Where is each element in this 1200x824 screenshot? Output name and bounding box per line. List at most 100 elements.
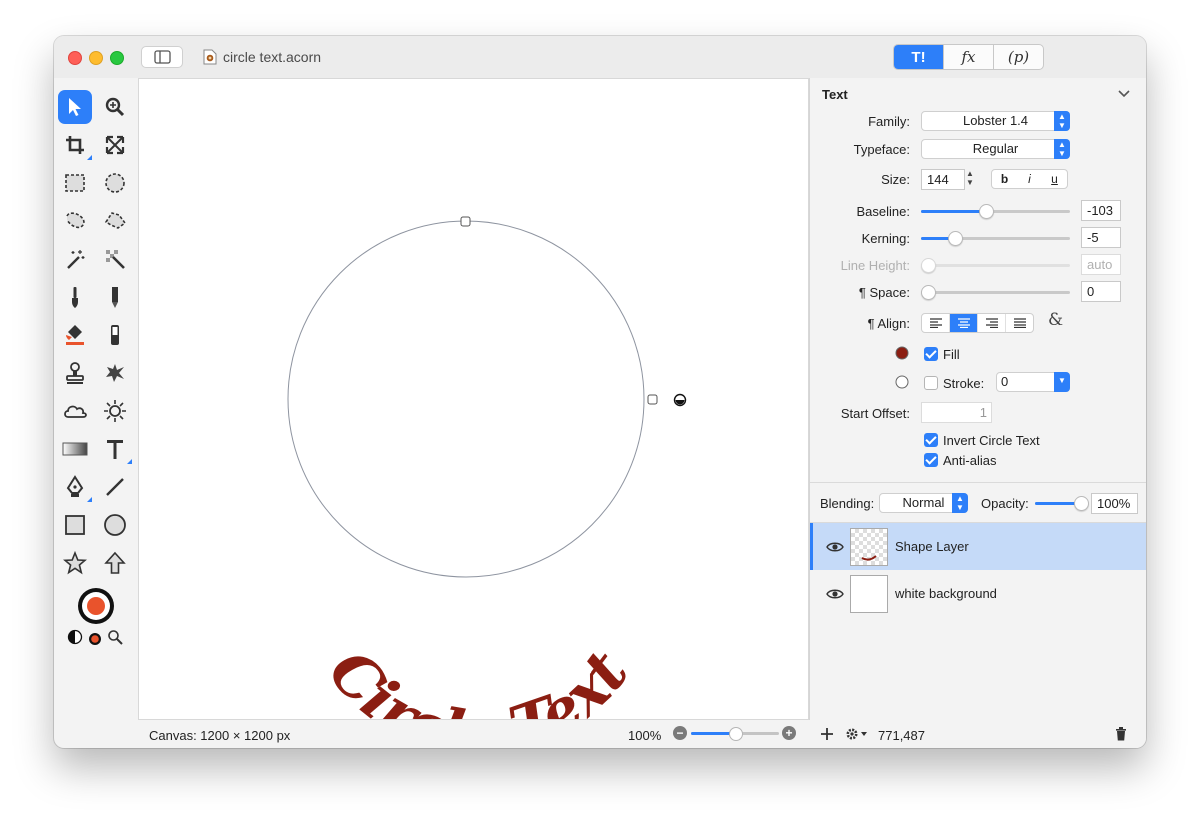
eye-icon[interactable] [826, 588, 844, 600]
swap-colors-icon[interactable] [67, 629, 83, 645]
layer-row-white-background[interactable]: white background [810, 570, 1146, 617]
magic-wand-icon [67, 250, 85, 269]
zoom-window-button[interactable] [110, 51, 124, 65]
minimize-window-button[interactable] [89, 51, 103, 65]
gradient-tool[interactable] [58, 432, 92, 466]
circle-text[interactable]: Circle Text [314, 637, 642, 719]
opacity-field[interactable]: 100% [1091, 493, 1138, 514]
cloud-icon [64, 405, 87, 418]
opacity-slider-knob[interactable] [1074, 496, 1089, 511]
paragraph-space-slider-knob[interactable] [921, 285, 936, 300]
start-offset-field[interactable]: 1 [921, 402, 992, 423]
pen-tool[interactable] [58, 470, 92, 504]
italic-button[interactable]: i [1017, 170, 1042, 188]
chevron-down-icon[interactable] [1118, 89, 1130, 99]
align-center-button[interactable] [950, 314, 978, 332]
layer-thumbnail [850, 528, 888, 566]
line-height-slider-knob [921, 258, 936, 273]
fill-checkbox[interactable] [924, 347, 938, 361]
align-right-button[interactable] [978, 314, 1006, 332]
add-layer-icon[interactable] [821, 728, 833, 740]
zoom-slider-knob[interactable] [729, 727, 743, 741]
kerning-field[interactable]: -5 [1081, 227, 1121, 248]
sidebar-toggle-button[interactable] [141, 46, 183, 68]
font-family-popup[interactable]: Lobster 1.4 ▲ ▼ [921, 111, 1070, 131]
dashed-circle-icon [105, 173, 125, 193]
gradient-icon [62, 442, 88, 456]
ligature-icon[interactable]: & [1048, 310, 1063, 330]
align-left-button[interactable] [922, 314, 950, 332]
expand-arrows-icon [105, 135, 125, 155]
layer-row-shape-layer[interactable]: Shape Layer [810, 523, 1146, 570]
select-tool[interactable] [58, 90, 92, 124]
stroke-checkbox[interactable] [924, 376, 938, 390]
gear-icon[interactable] [845, 727, 869, 741]
zoom-slider[interactable] [691, 727, 779, 741]
text-tool[interactable] [98, 432, 132, 466]
fill-color-well[interactable] [895, 346, 909, 360]
path-handle-top[interactable] [460, 216, 471, 227]
path-handle-right[interactable] [647, 394, 658, 405]
line-tool[interactable] [98, 470, 132, 504]
lasso-tool[interactable] [58, 204, 92, 238]
baseline-field[interactable]: -103 [1081, 200, 1121, 221]
smudge-tool[interactable] [98, 356, 132, 390]
clone-tool[interactable] [58, 356, 92, 390]
cloud-tool[interactable] [58, 394, 92, 428]
blending-mode-popup[interactable]: Normal ▲ ▼ [879, 493, 968, 513]
kerning-slider-knob[interactable] [947, 231, 963, 246]
eraser-tool[interactable] [98, 318, 132, 352]
foreground-color-well[interactable] [76, 586, 116, 626]
zoom-tool[interactable] [98, 90, 132, 124]
paragraph-align-label: ¶ Align: [867, 316, 910, 331]
background-color-well[interactable] [88, 632, 102, 646]
stroke-width-combo[interactable]: 0 ▼ [996, 372, 1070, 392]
baseline-slider[interactable] [921, 204, 1070, 219]
polygon-lasso-tool[interactable] [98, 204, 132, 238]
stroke-color-well[interactable] [895, 375, 909, 389]
layer-name: Shape Layer [895, 539, 969, 554]
rotation-handle-icon[interactable] [673, 393, 687, 407]
dodge-tool[interactable] [98, 394, 132, 428]
rectangle-shape-tool[interactable] [58, 508, 92, 542]
oval-shape-tool[interactable] [98, 508, 132, 542]
eye-icon[interactable] [826, 541, 844, 553]
invert-circle-text-checkbox[interactable] [924, 433, 938, 447]
tools-inspector-tab[interactable]: T! [894, 45, 944, 69]
paragraph-space-field[interactable]: 0 [1081, 281, 1121, 302]
close-window-button[interactable] [68, 51, 82, 65]
typeface-popup[interactable]: Regular ▲ ▼ [921, 139, 1070, 159]
rect-select-tool[interactable] [58, 166, 92, 200]
transform-tool[interactable] [98, 128, 132, 162]
instant-alpha-tool[interactable] [98, 242, 132, 276]
dashed-rectangle-icon [65, 174, 85, 192]
color-picker-magnifier-icon[interactable] [107, 629, 123, 645]
align-justify-button[interactable] [1006, 314, 1033, 332]
paint-bucket-tool[interactable] [58, 318, 92, 352]
magic-wand-tool[interactable] [58, 242, 92, 276]
paragraph-space-slider[interactable] [921, 285, 1070, 300]
effects-inspector-tab[interactable]: fx [944, 45, 994, 69]
zoom-out-button[interactable]: − [673, 726, 687, 740]
size-stepper-icon[interactable]: ▲ ▼ [966, 169, 974, 187]
pencil-tool[interactable] [98, 280, 132, 314]
kerning-slider[interactable] [921, 231, 1070, 246]
inspector-mode-segmented-control: T! fx (p) [893, 44, 1044, 70]
trash-icon[interactable] [1115, 727, 1127, 741]
underline-button[interactable]: u [1042, 170, 1067, 188]
anti-alias-checkbox[interactable] [924, 453, 938, 467]
zoom-in-button[interactable]: + [782, 726, 796, 740]
star-tool[interactable] [58, 546, 92, 580]
image-canvas[interactable]: Circle Text [138, 78, 809, 720]
arrow-tool[interactable] [98, 546, 132, 580]
font-size-field[interactable]: 144 [921, 169, 965, 190]
opacity-slider[interactable] [1035, 496, 1089, 511]
bold-button[interactable]: b [992, 170, 1017, 188]
brush-tool[interactable] [58, 280, 92, 314]
properties-inspector-tab[interactable]: (p) [994, 45, 1043, 69]
baseline-slider-knob[interactable] [979, 204, 995, 219]
crop-tool[interactable] [58, 128, 92, 162]
ellipse-select-tool[interactable] [98, 166, 132, 200]
circle-icon [104, 514, 126, 536]
dropdown-arrow-icon: ▼ [1054, 372, 1070, 392]
